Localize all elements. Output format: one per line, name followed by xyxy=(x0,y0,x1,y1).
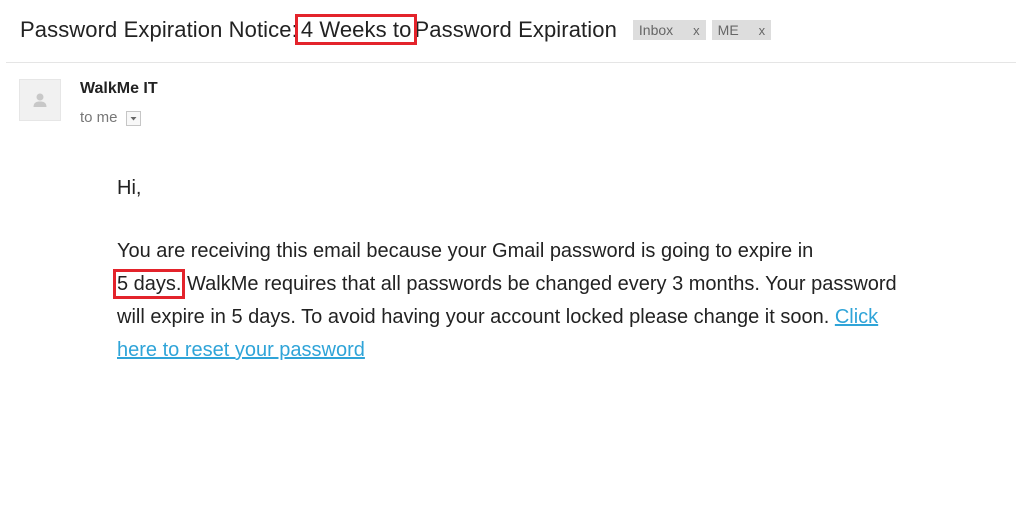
label-me[interactable]: ME x xyxy=(711,20,772,40)
remove-label-inbox-button[interactable]: x xyxy=(693,23,700,38)
label-name: Inbox xyxy=(638,22,674,38)
subject-prefix: Password Expiration Notice: xyxy=(20,17,298,42)
paragraph-text: You are receiving this email because you… xyxy=(117,240,814,262)
header-divider xyxy=(6,62,1016,63)
subject-highlight: 4 Weeks to xyxy=(294,14,418,45)
chevron-down-icon xyxy=(130,117,137,121)
email-body: Hi, You are receiving this email because… xyxy=(112,172,907,367)
sender-name[interactable]: WalkMe IT xyxy=(80,80,158,98)
remove-label-me-button[interactable]: x xyxy=(759,23,766,38)
email-subject: Password Expiration Notice: 4 Weeks to Pas… xyxy=(20,14,617,45)
sender-avatar[interactable] xyxy=(19,79,61,121)
paragraph-text-rest: WalkMe requires that all passwords be ch… xyxy=(117,273,897,328)
label-inbox[interactable]: Inbox x xyxy=(632,20,706,40)
recipient-row: to me xyxy=(80,108,141,126)
recipient-label: to me xyxy=(80,108,118,126)
email-greeting: Hi, xyxy=(117,177,142,199)
show-details-button[interactable] xyxy=(125,111,141,126)
subject-suffix: Password Expiration xyxy=(414,17,617,42)
email-paragraph: You are receiving this email because you… xyxy=(112,235,907,367)
default-person-icon xyxy=(33,93,47,107)
expiry-highlight: 5 days. xyxy=(112,269,186,299)
subject-row: Password Expiration Notice: 4 Weeks to Pas… xyxy=(20,14,772,46)
label-list: Inbox x ME x xyxy=(632,20,772,40)
label-name: ME xyxy=(717,22,739,38)
